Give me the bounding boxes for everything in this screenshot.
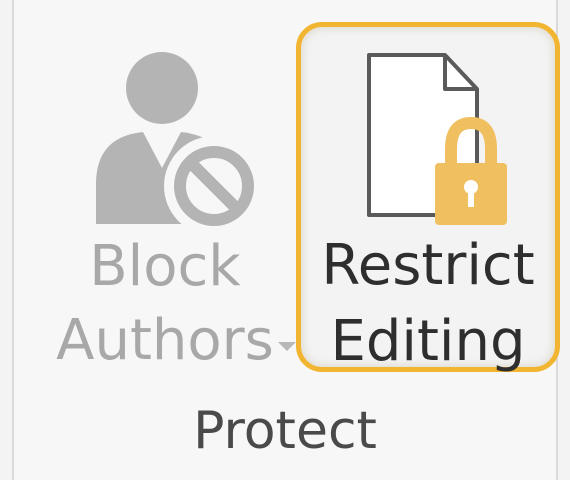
- chevron-down-icon[interactable]: [278, 342, 296, 351]
- block-authors-button[interactable]: Block Authors: [42, 26, 296, 374]
- document-lock-icon: [367, 53, 507, 225]
- restrict-editing-label-line2: Editing: [330, 309, 526, 374]
- block-authors-label-line2: Authors: [56, 308, 274, 373]
- block-authors-label-line1: Block: [89, 234, 241, 299]
- ribbon-group-protect: Block Authors Restrict Editing Protect: [12, 0, 560, 480]
- restrict-editing-button[interactable]: Restrict Editing: [296, 22, 560, 374]
- group-label-protect: Protect: [193, 401, 377, 461]
- block-authors-icon: [96, 52, 264, 234]
- restrict-editing-label-line1: Restrict: [321, 233, 535, 298]
